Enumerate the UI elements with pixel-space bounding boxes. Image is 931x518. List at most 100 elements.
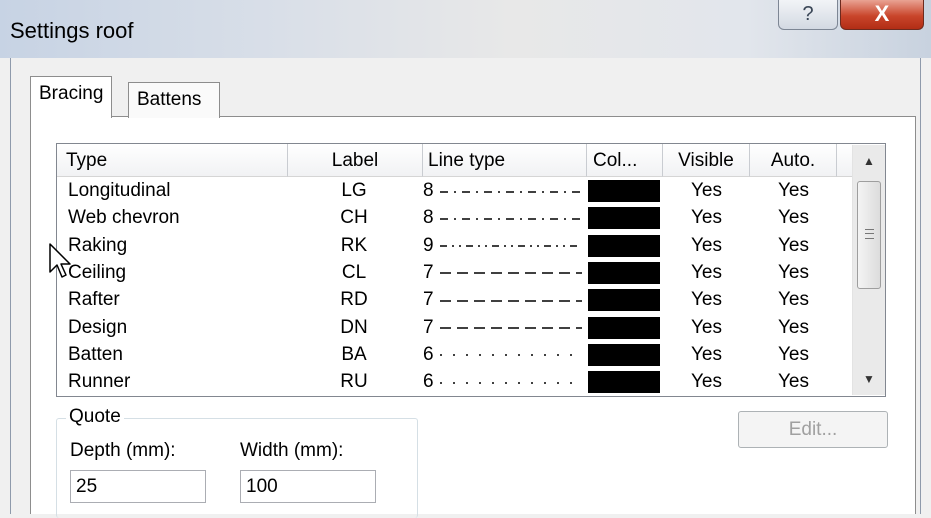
row-color-swatch [588,289,660,312]
row-label: CH [340,207,368,229]
triangle-up-icon: ▲ [863,154,875,168]
line-type-number: 8 [423,207,434,229]
line-type-number: 7 [423,261,434,283]
row-type: Raking [68,234,128,256]
line-style-icon [440,245,582,247]
row-visible: Yes [691,343,722,365]
row-auto: Yes [778,180,809,201]
row-color-swatch [588,316,660,339]
column-header-line-type[interactable]: Line type [423,144,587,177]
row-line-type: 6 [423,341,586,368]
column-header-label[interactable]: Label [288,144,423,177]
line-style-icon [440,299,582,302]
row-line-type: 8 [423,204,586,231]
row-label: RU [340,371,368,393]
grip-icon [865,229,874,239]
line-style-icon [440,190,582,193]
quote-group-label: Quote [66,406,124,428]
help-icon: ? [802,3,814,25]
tab-bracing[interactable]: Bracing [30,76,113,118]
vertical-scrollbar[interactable]: ▲ ▼ [852,145,885,395]
row-type: Web chevron [68,207,180,229]
table-row[interactable]: Longitudinal LG 8 Yes Yes [57,177,845,204]
line-type-number: 9 [423,234,434,256]
row-label: RD [340,289,368,311]
column-header-filler [837,144,852,177]
row-line-type: 8 [423,177,586,204]
column-header-visible[interactable]: Visible [663,144,750,177]
scroll-up-button[interactable]: ▲ [853,145,885,177]
row-type: Ceiling [68,261,127,283]
row-color-swatch [588,261,660,284]
column-header-type[interactable]: Type [57,144,288,177]
row-visible: Yes [691,207,722,229]
width-label: Width (mm): [240,440,344,461]
row-visible: Yes [691,180,722,201]
row-line-type: 7 [423,286,586,313]
row-label: RK [340,234,368,256]
table-row[interactable]: Ceiling CL 7 Yes Yes [57,259,845,286]
row-color-swatch [588,371,660,394]
line-type-number: 6 [423,371,434,393]
line-style-icon [440,272,582,275]
window-title: Settings roof [10,18,134,43]
row-line-type: 7 [423,314,586,341]
row-auto: Yes [778,289,809,311]
line-style-icon [440,381,582,384]
line-type-number: 8 [423,180,434,201]
row-line-type: 6 [423,368,586,395]
column-header-color[interactable]: Col... [587,144,663,177]
row-color-swatch [588,207,660,230]
line-type-number: 7 [423,289,434,311]
triangle-down-icon: ▼ [863,372,875,386]
edit-button[interactable]: Edit... [738,411,888,448]
line-type-number: 6 [423,343,434,365]
scroll-down-button[interactable]: ▼ [853,363,885,395]
row-line-type: 7 [423,259,586,286]
row-auto: Yes [778,343,809,365]
line-style-icon [440,354,582,357]
quote-group [56,418,418,518]
row-visible: Yes [691,289,722,311]
row-type: Rafter [68,289,120,311]
line-type-number: 7 [423,316,434,338]
close-button[interactable]: X [840,0,924,30]
title-bar: Settings roof ? X [0,0,931,58]
row-visible: Yes [691,316,722,338]
table-row[interactable]: Design DN 7 Yes Yes [57,314,845,341]
row-type: Batten [68,343,123,365]
row-visible: Yes [691,261,722,283]
scroll-thumb[interactable] [857,181,881,289]
row-auto: Yes [778,316,809,338]
row-label: DN [340,316,368,338]
row-label: BA [341,343,367,365]
depth-input[interactable] [70,470,206,503]
depth-label: Depth (mm): [70,440,176,461]
row-auto: Yes [778,207,809,229]
tab-battens[interactable]: Battens [128,82,220,118]
row-color-swatch [588,234,660,257]
table-row[interactable]: Rafter RD 7 Yes Yes [57,286,845,313]
row-auto: Yes [778,234,809,256]
line-style-icon [440,217,582,220]
width-input[interactable] [240,470,376,503]
row-visible: Yes [691,371,722,393]
row-auto: Yes [778,371,809,393]
column-header-auto[interactable]: Auto. [750,144,837,177]
row-auto: Yes [778,261,809,283]
row-label: CL [341,261,367,283]
table-row[interactable]: Raking RK 9 Yes Yes [57,232,845,259]
arrow-cursor-icon [49,243,71,278]
row-label: LG [341,180,367,201]
row-type: Runner [68,371,131,393]
row-color-swatch [588,343,660,366]
line-style-icon [440,327,582,329]
row-color-swatch [588,180,660,202]
row-line-type: 9 [423,232,586,259]
table-row[interactable]: Batten BA 6 Yes Yes [57,341,845,368]
row-type: Design [68,316,128,338]
help-button[interactable]: ? [778,0,838,30]
table-row[interactable]: Web chevron CH 8 Yes Yes [57,204,845,231]
table-row[interactable]: Runner RU 6 Yes Yes [57,368,845,395]
bracing-list[interactable]: Type Label Line type Col... Visible Auto… [56,143,886,397]
